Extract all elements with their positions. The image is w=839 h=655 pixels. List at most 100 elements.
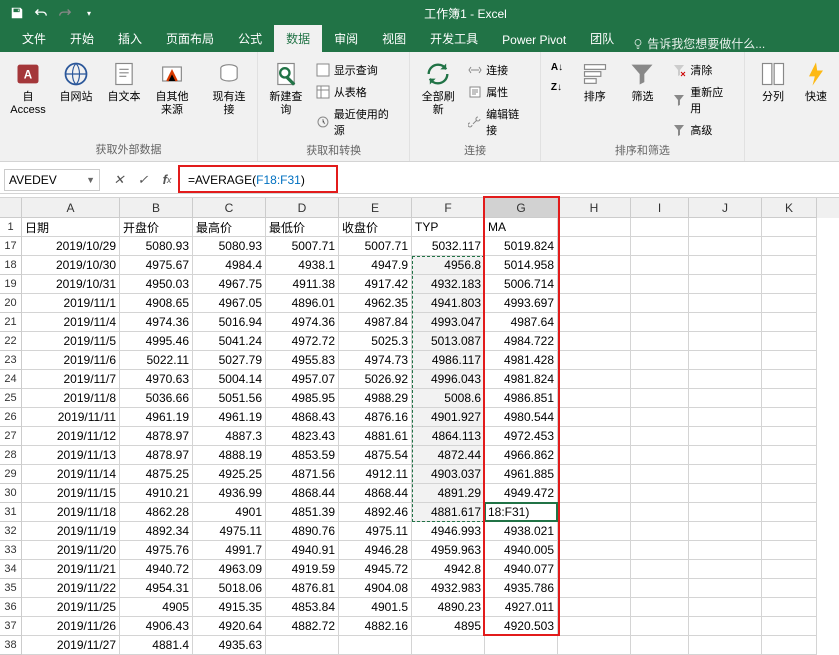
cell[interactable]: 4887.3 [193, 427, 266, 446]
cell[interactable]: 4966.862 [485, 446, 558, 465]
cell[interactable]: 4875.25 [120, 465, 193, 484]
cell[interactable]: 4920.64 [193, 617, 266, 636]
new-query-button[interactable]: 新建查询 [264, 56, 308, 121]
cell[interactable]: 4890.23 [412, 598, 485, 617]
cell[interactable]: 5004.14 [193, 370, 266, 389]
from-other-button[interactable]: 自其他来源 [150, 56, 194, 121]
cell[interactable]: 4936.99 [193, 484, 266, 503]
cell[interactable]: 4903.037 [412, 465, 485, 484]
cell[interactable]: 5080.93 [120, 237, 193, 256]
tell-me[interactable]: 告诉我您想要做什么... [632, 35, 765, 52]
cell[interactable]: 4974.36 [266, 313, 339, 332]
cell[interactable]: 4961.885 [485, 465, 558, 484]
cell[interactable]: 4882.72 [266, 617, 339, 636]
tab-insert[interactable]: 插入 [106, 25, 154, 52]
col-header-D[interactable]: D [266, 198, 339, 218]
cell[interactable]: 4872.44 [412, 446, 485, 465]
cell[interactable]: 4881.61 [339, 427, 412, 446]
row-header[interactable]: 18 [0, 256, 22, 275]
row-header[interactable]: 23 [0, 351, 22, 370]
cell[interactable]: 4961.19 [120, 408, 193, 427]
cell[interactable]: 4946.993 [412, 522, 485, 541]
save-button[interactable] [8, 4, 26, 22]
cell[interactable]: 4972.453 [485, 427, 558, 446]
insert-function-button[interactable]: fx [156, 169, 178, 191]
cell[interactable]: 4967.05 [193, 294, 266, 313]
cell[interactable]: 4868.43 [266, 408, 339, 427]
cell[interactable]: 2019/11/14 [22, 465, 120, 484]
cell[interactable]: 4975.11 [339, 522, 412, 541]
cell[interactable]: 4942.8 [412, 560, 485, 579]
cell[interactable]: 4905 [120, 598, 193, 617]
cell[interactable]: 4823.43 [266, 427, 339, 446]
cell[interactable]: 4868.44 [266, 484, 339, 503]
header-ma[interactable]: MA [485, 218, 558, 237]
cell[interactable]: 4986.851 [485, 389, 558, 408]
cell[interactable]: 2019/11/1 [22, 294, 120, 313]
cell[interactable]: 2019/11/22 [22, 579, 120, 598]
cell[interactable]: 4984.4 [193, 256, 266, 275]
clear-filter-button[interactable]: 清除 [668, 60, 738, 80]
cell[interactable]: 4881.4 [120, 636, 193, 655]
cell[interactable]: 2019/10/30 [22, 256, 120, 275]
from-text-button[interactable]: 自文本 [102, 56, 146, 108]
cell[interactable]: 4987.84 [339, 313, 412, 332]
cell[interactable] [485, 636, 558, 655]
cell[interactable]: 4895 [412, 617, 485, 636]
row-header[interactable]: 28 [0, 446, 22, 465]
select-all-corner[interactable] [0, 198, 22, 218]
cell[interactable]: 2019/11/15 [22, 484, 120, 503]
cell[interactable]: 4980.544 [485, 408, 558, 427]
reapply-button[interactable]: 重新应用 [668, 82, 738, 118]
from-table-button[interactable]: 从表格 [312, 82, 404, 102]
tab-view[interactable]: 视图 [370, 25, 418, 52]
cell[interactable]: 5041.24 [193, 332, 266, 351]
cell[interactable]: 4940.91 [266, 541, 339, 560]
col-header-A[interactable]: A [22, 198, 120, 218]
tab-layout[interactable]: 页面布局 [154, 25, 226, 52]
cell[interactable]: 4946.28 [339, 541, 412, 560]
cell[interactable]: 2019/11/4 [22, 313, 120, 332]
cell[interactable]: 2019/10/29 [22, 237, 120, 256]
header-high[interactable]: 最高价 [193, 218, 266, 237]
cell[interactable]: 2019/11/20 [22, 541, 120, 560]
cell[interactable]: 5080.93 [193, 237, 266, 256]
cell[interactable]: 4908.65 [120, 294, 193, 313]
name-box[interactable]: AVEDEV ▼ [4, 169, 100, 191]
cell[interactable]: 4940.005 [485, 541, 558, 560]
cell[interactable]: 4881.617 [412, 503, 485, 522]
cell[interactable]: 4890.76 [266, 522, 339, 541]
cell[interactable]: 4912.11 [339, 465, 412, 484]
tab-dev[interactable]: 开发工具 [418, 25, 490, 52]
tab-pivot[interactable]: Power Pivot [490, 28, 578, 52]
sort-button[interactable]: 排序 [573, 56, 617, 108]
grid-body[interactable]: 1 日期 开盘价 最高价 最低价 收盘价 TYP MA 172019/10/29… [0, 218, 839, 655]
cell[interactable] [266, 636, 339, 655]
cell[interactable]: 4901 [193, 503, 266, 522]
cell[interactable]: 4878.97 [120, 427, 193, 446]
cell[interactable]: 5008.6 [412, 389, 485, 408]
col-header-B[interactable]: B [120, 198, 193, 218]
cell[interactable]: 5007.71 [339, 237, 412, 256]
cell[interactable]: 4995.46 [120, 332, 193, 351]
edit-links-button[interactable]: 编辑链接 [464, 104, 534, 140]
cell[interactable]: 4981.428 [485, 351, 558, 370]
cell[interactable]: 5051.56 [193, 389, 266, 408]
cell[interactable]: 4919.59 [266, 560, 339, 579]
refresh-all-button[interactable]: 全部刷新 [416, 56, 460, 121]
enter-formula-button[interactable]: ✓ [132, 169, 154, 191]
advanced-filter-button[interactable]: 高级 [668, 120, 738, 140]
cell[interactable]: 4975.76 [120, 541, 193, 560]
cell[interactable]: 4935.63 [193, 636, 266, 655]
cell[interactable]: 4851.39 [266, 503, 339, 522]
cell[interactable]: 4987.64 [485, 313, 558, 332]
tab-team[interactable]: 团队 [578, 25, 626, 52]
cell[interactable]: 4904.08 [339, 579, 412, 598]
from-access-button[interactable]: A自 Access [6, 56, 50, 121]
cell[interactable]: 4972.72 [266, 332, 339, 351]
cell[interactable]: 4938.021 [485, 522, 558, 541]
cell[interactable]: 4996.043 [412, 370, 485, 389]
row-header[interactable]: 25 [0, 389, 22, 408]
col-header-H[interactable]: H [558, 198, 631, 218]
cell[interactable]: 2019/11/11 [22, 408, 120, 427]
